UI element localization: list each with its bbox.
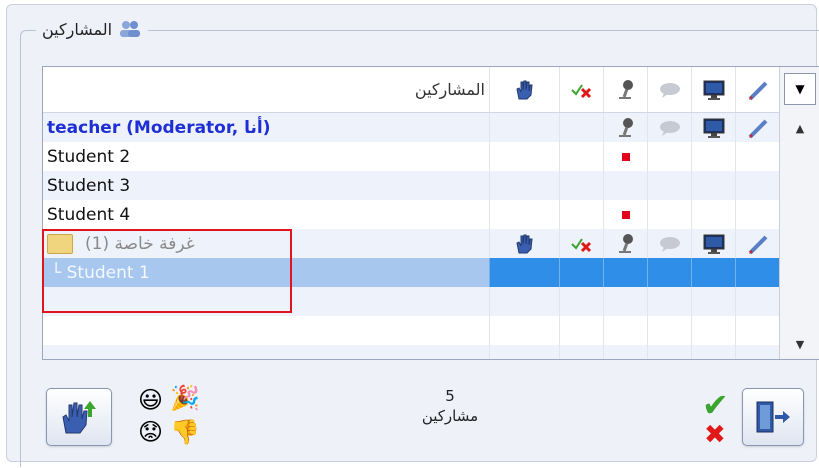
room-approve-cell[interactable] <box>559 229 603 258</box>
applause-emoji-button[interactable]: 🎉 <box>170 384 200 412</box>
participant-name: teacher (Moderator, أنا) <box>47 117 271 138</box>
room-mic-cell[interactable] <box>603 229 647 258</box>
pen-icon <box>746 233 770 255</box>
hand-icon <box>513 79 537 101</box>
participant-name: Student 4 <box>47 204 131 225</box>
participants-grid: المشاركين teacher (Moderator, أنا) Stude… <box>42 66 819 360</box>
folder-icon <box>47 233 73 254</box>
participant-count-number: 5 <box>445 387 455 405</box>
empty-row <box>43 316 779 345</box>
column-pen[interactable] <box>735 67 779 112</box>
vertical-scrollbar[interactable]: ▼ ▲ ▼ <box>779 67 819 359</box>
participant-name: └ Student 1 <box>51 262 150 283</box>
teacher-pen-cell[interactable] <box>735 113 779 142</box>
monitor-icon <box>702 233 726 255</box>
raise-hand-icon <box>56 397 102 437</box>
panel-title-text: المشاركين <box>42 19 113 39</box>
mic-status-indicator <box>603 142 647 171</box>
users-icon <box>118 20 142 38</box>
column-hand[interactable] <box>489 67 559 112</box>
participant-name: Student 2 <box>47 146 131 167</box>
panel-title: المشاركين <box>36 17 149 41</box>
scroll-up-button[interactable]: ▲ <box>784 113 816 143</box>
column-microphone[interactable] <box>603 67 647 112</box>
deny-button[interactable]: ✖ <box>704 420 726 450</box>
participant-row-student-3[interactable]: Student 3 <box>43 171 779 200</box>
approve-deny-icon <box>570 81 594 99</box>
hand-icon <box>513 233 537 255</box>
grid-header: المشاركين <box>43 67 779 113</box>
mic-status-indicator <box>603 200 647 229</box>
teacher-screen-cell[interactable] <box>691 113 735 142</box>
scroll-down-button[interactable]: ▼ <box>784 329 816 359</box>
participant-row-student-4[interactable]: Student 4 <box>43 200 779 229</box>
participant-row-teacher[interactable]: teacher (Moderator, أنا) <box>43 113 779 142</box>
sad-emoji-button[interactable]: 😟 <box>138 418 163 446</box>
empty-row <box>43 345 779 359</box>
pen-icon <box>746 117 770 139</box>
footer-toolbar: 😃 🎉 😟 👎 5 مشاركين ✔ ✖ <box>20 372 819 464</box>
smile-emoji-button[interactable]: 😃 <box>138 386 163 414</box>
chat-icon <box>658 235 682 253</box>
column-header-participants[interactable]: المشاركين <box>55 67 485 112</box>
participant-name: Student 3 <box>47 175 131 196</box>
columns-dropdown-button[interactable]: ▼ <box>784 73 816 105</box>
column-approve[interactable] <box>559 67 603 112</box>
raise-hand-button[interactable] <box>46 388 112 446</box>
monitor-icon <box>702 117 726 139</box>
exit-door-icon <box>753 399 793 435</box>
teacher-mic-cell[interactable] <box>603 113 647 142</box>
room-chat-cell[interactable] <box>647 229 691 258</box>
empty-row <box>43 287 779 316</box>
breakout-room-name: غرفة خاصة (1) <box>47 229 195 258</box>
column-chat[interactable] <box>647 67 691 112</box>
participant-row-student-1[interactable]: └ Student 1 <box>43 258 779 287</box>
microphone-icon <box>615 79 637 101</box>
microphone-icon <box>615 233 637 255</box>
room-hand-cell[interactable] <box>489 229 559 258</box>
monitor-icon <box>702 79 726 101</box>
breakout-room-row[interactable]: غرفة خاصة (1) <box>43 229 779 258</box>
approve-deny-icon <box>570 235 594 253</box>
participant-count: 5 مشاركين <box>380 386 520 426</box>
room-screen-cell[interactable] <box>691 229 735 258</box>
participant-row-student-2[interactable]: Student 2 <box>43 142 779 171</box>
column-screen[interactable] <box>691 67 735 112</box>
room-pen-cell[interactable] <box>735 229 779 258</box>
chat-icon <box>658 119 682 137</box>
teacher-chat-cell[interactable] <box>647 113 691 142</box>
chat-icon <box>658 81 682 99</box>
participant-count-label: مشاركين <box>421 407 479 425</box>
pen-icon <box>746 79 770 101</box>
exit-button[interactable] <box>742 388 804 446</box>
microphone-icon <box>615 117 637 139</box>
approve-button[interactable]: ✔ <box>702 386 729 424</box>
thumbs-down-button[interactable]: 👎 <box>170 418 200 446</box>
